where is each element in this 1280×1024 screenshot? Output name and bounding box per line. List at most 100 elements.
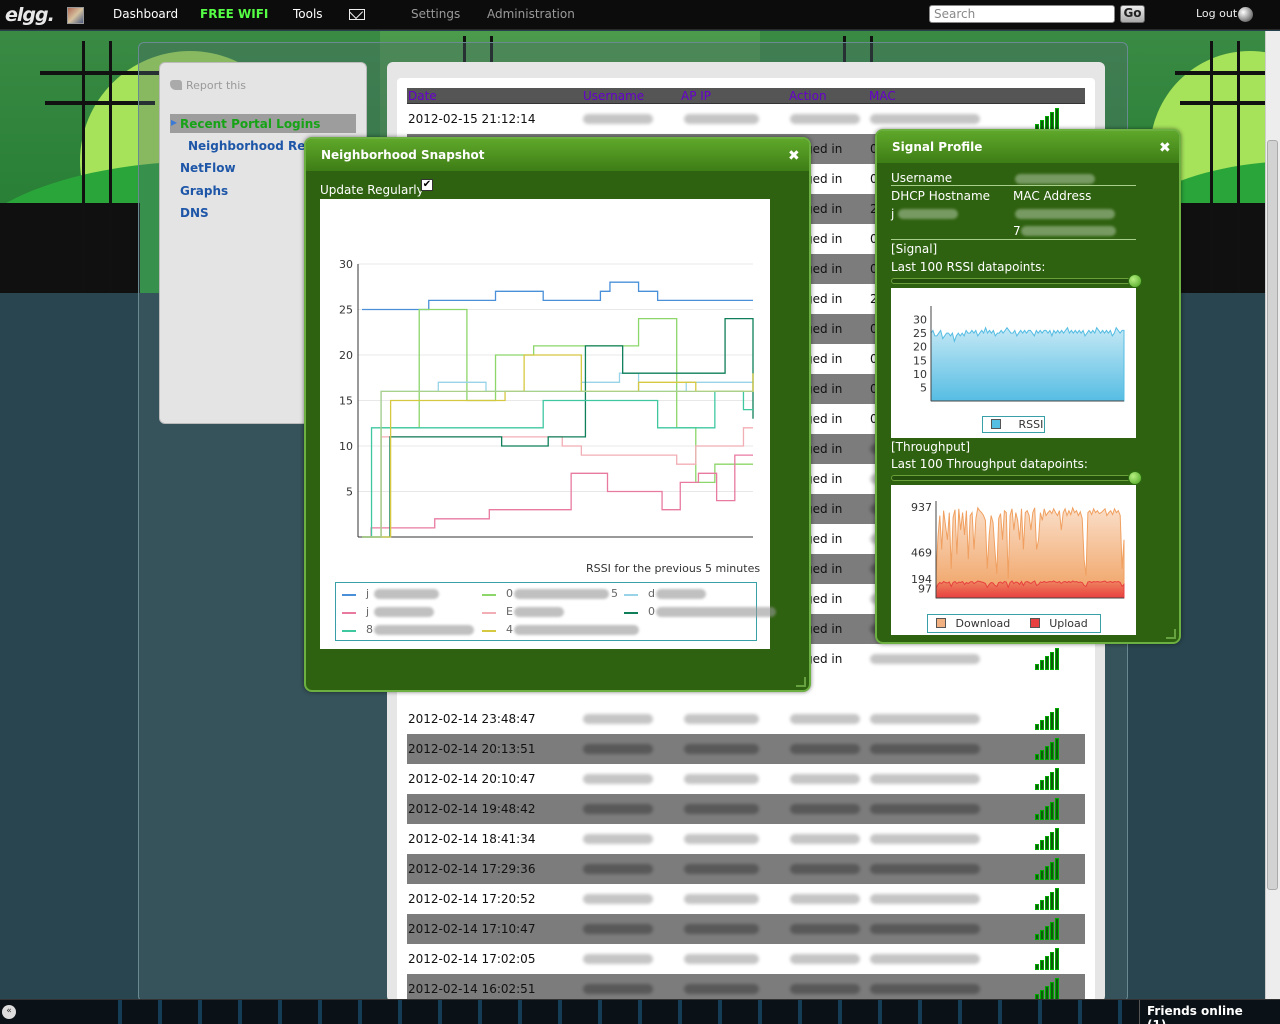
chart-legend: j 05 d jE 0 8 4	[335, 582, 776, 641]
city-silhouette	[0, 203, 140, 293]
legend-label: RSSI	[1018, 418, 1044, 431]
signal-bars-icon[interactable]	[1035, 648, 1061, 670]
redacted-cell	[790, 774, 860, 784]
toolbar-toggle-button[interactable]: «	[2, 1005, 16, 1019]
signal-bars-icon[interactable]	[1035, 708, 1061, 730]
row-date: 2012-02-14 20:13:51	[408, 742, 536, 756]
report-link[interactable]: Report this	[170, 79, 246, 92]
legend-item[interactable]: 05	[482, 587, 618, 601]
legend-swatch	[342, 612, 356, 614]
redacted-cell	[870, 864, 980, 874]
table-row[interactable]: 2012-02-14 17:02:05	[407, 944, 1085, 974]
nav-dashboard[interactable]: Dashboard	[113, 7, 178, 21]
signal-bars-icon[interactable]	[1035, 828, 1061, 850]
dialog-title[interactable]: Signal Profile	[877, 131, 1179, 163]
table-row[interactable]: 2012-02-14 17:20:52	[407, 884, 1085, 914]
signal-bars-icon[interactable]	[1035, 768, 1061, 790]
redacted-cell	[684, 114, 759, 124]
table-row[interactable]: 2012-02-14 23:48:47	[407, 704, 1085, 734]
signal-bars-icon[interactable]	[1035, 738, 1061, 760]
legend-swatch	[991, 419, 1001, 429]
user-avatar[interactable]	[67, 7, 84, 24]
legend-swatch	[624, 612, 638, 614]
redacted-cell	[790, 954, 860, 964]
legend-swatch	[1029, 618, 1040, 628]
redacted-cell	[790, 984, 860, 994]
nav-administration[interactable]: Administration	[487, 7, 575, 21]
legend-item[interactable]: d	[624, 587, 759, 601]
signal-bars-icon[interactable]	[1035, 858, 1061, 880]
close-icon[interactable]: ✖	[788, 148, 800, 164]
table-row[interactable]: 2012-02-14 20:13:51	[407, 734, 1085, 764]
header-action[interactable]: Action	[789, 89, 827, 103]
legend-label: 8	[366, 623, 373, 636]
redacted-cell	[790, 804, 860, 814]
search-go-button[interactable]: Go	[1120, 5, 1145, 23]
table-row[interactable]: 2012-02-14 17:29:36	[407, 854, 1085, 884]
redacted-cell	[870, 774, 980, 784]
signal-bars-icon[interactable]	[1035, 888, 1061, 910]
y-tick-label: 5	[920, 381, 927, 394]
rssi-range-slider[interactable]	[891, 274, 1142, 288]
signal-bars-icon[interactable]	[1035, 918, 1061, 940]
row-date: 2012-02-14 20:10:47	[408, 772, 536, 786]
redacted-cell	[684, 774, 759, 784]
legend-item[interactable]: j	[342, 605, 477, 619]
table-row[interactable]: 2012-02-14 19:48:42	[407, 794, 1085, 824]
mail-icon[interactable]	[349, 9, 365, 20]
sidebar-item-graphs[interactable]: Graphs	[180, 184, 228, 198]
nav-free-wifi[interactable]: FREE WIFI	[200, 7, 268, 21]
resize-handle[interactable]	[1166, 629, 1176, 639]
legend-item[interactable]: 4	[482, 623, 639, 637]
signal-bars-icon[interactable]	[1035, 798, 1061, 820]
sidebar-item-netflow[interactable]: NetFlow	[180, 161, 236, 175]
table-row[interactable]: 2012-02-14 18:41:34	[407, 824, 1085, 854]
resize-handle[interactable]	[796, 677, 806, 687]
legend-item[interactable]: E	[482, 605, 617, 619]
nav-tools[interactable]: Tools	[293, 7, 323, 21]
header-ap-ip[interactable]: AP IP	[681, 89, 711, 103]
table-row[interactable]: 2012-02-14 20:10:47	[407, 764, 1085, 794]
legend-label-redacted	[514, 607, 564, 617]
dialog-title[interactable]: Neighborhood Snapshot	[306, 139, 809, 171]
throughput-range-slider[interactable]	[891, 471, 1142, 485]
slider-knob[interactable]	[1128, 471, 1142, 485]
legend-label: 0	[648, 605, 655, 618]
redacted-cell	[870, 834, 980, 844]
sidebar-item-recent-portal-logins[interactable]: Recent Portal Logins	[170, 114, 356, 133]
elgg-logo[interactable]: elgg.	[5, 4, 55, 26]
report-icon	[170, 80, 182, 90]
signal-bars-icon[interactable]	[1035, 948, 1061, 970]
redacted-cell	[790, 714, 860, 724]
header-date[interactable]: Date	[408, 89, 437, 103]
nav-settings[interactable]: Settings	[411, 7, 460, 21]
update-regularly-checkbox[interactable]: ✔	[421, 179, 433, 191]
signal-bars-icon[interactable]	[1035, 978, 1061, 1000]
slider-knob[interactable]	[1128, 274, 1142, 288]
redacted-cell	[870, 924, 980, 934]
logout-icon[interactable]	[1238, 7, 1253, 22]
header-username[interactable]: Username	[583, 89, 644, 103]
mac-value	[1015, 209, 1115, 219]
friends-online-button[interactable]: Friends online (1)	[1139, 1000, 1264, 1024]
legend-item[interactable]: j	[342, 587, 477, 601]
divider	[891, 239, 1136, 240]
table-row[interactable]: 2012-02-14 17:10:47	[407, 914, 1085, 944]
redacted-cell	[790, 864, 860, 874]
toolbar-decoration	[100, 1000, 1140, 1024]
legend-item[interactable]: 0	[624, 605, 776, 619]
search-input[interactable]	[929, 5, 1115, 23]
legend-label: d	[648, 587, 655, 600]
header-mac[interactable]: MAC	[869, 89, 896, 103]
scrollbar-thumb[interactable]	[1267, 140, 1278, 890]
y-tick-label: 194	[911, 573, 932, 586]
legend-item[interactable]: 8	[342, 623, 477, 637]
redacted-cell	[583, 744, 653, 754]
signal-bars-icon[interactable]	[1035, 108, 1061, 130]
sidebar-item-neighborhood-report[interactable]: Neighborhood Rep	[188, 139, 314, 153]
close-icon[interactable]: ✖	[1159, 140, 1171, 156]
y-tick-label: 30	[339, 258, 353, 271]
redacted-cell	[583, 984, 653, 994]
logout-link[interactable]: Log out	[1196, 7, 1237, 20]
sidebar-item-dns[interactable]: DNS	[180, 206, 209, 220]
